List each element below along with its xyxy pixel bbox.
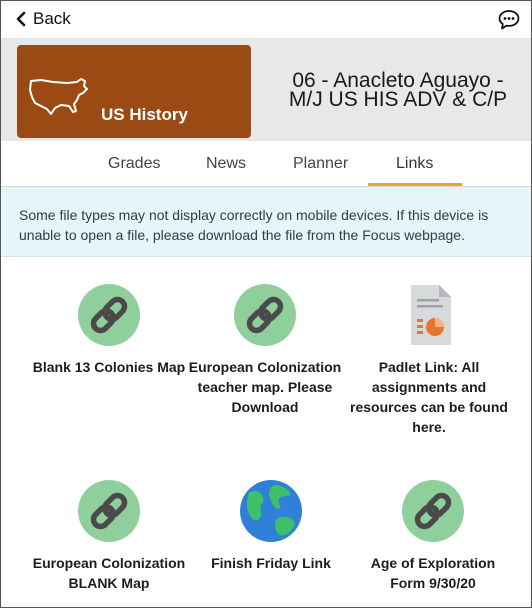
course-name: 06 - Anacleto Aguayo - M/J US HIS ADV & … xyxy=(288,69,508,111)
link-icon xyxy=(402,480,464,542)
link-title: Blank 13 Colonies Map xyxy=(32,359,186,375)
tab-links[interactable]: Links xyxy=(396,155,433,173)
course-tile: US History xyxy=(17,45,251,138)
link-title: European Colonization teacher map. Pleas… xyxy=(188,359,342,415)
notice-text: Some file types may not display correctl… xyxy=(19,207,489,243)
link-title: Age of Exploration Form 9/30/20 xyxy=(370,555,496,591)
link-icon xyxy=(234,284,296,346)
links-grid: Blank 13 Colonies Map European Colonizat… xyxy=(1,257,531,607)
document-chart-icon xyxy=(411,285,451,345)
chevron-left-icon xyxy=(16,11,26,27)
link-item[interactable]: Blank 13 Colonies Map xyxy=(29,283,189,377)
course-header: US History 06 - Anacleto Aguayo - M/J US… xyxy=(1,39,531,141)
link-title: Finish Friday Link xyxy=(211,555,331,571)
globe-icon xyxy=(240,480,302,542)
tab-news[interactable]: News xyxy=(206,155,246,173)
back-label: Back xyxy=(33,9,71,28)
course-subject: US History xyxy=(101,105,188,124)
link-item[interactable]: Finish Friday Link xyxy=(191,479,351,573)
link-icon xyxy=(78,284,140,346)
tab-planner[interactable]: Planner xyxy=(293,155,348,173)
mobile-file-notice: Some file types may not display correctl… xyxy=(1,187,531,257)
app-frame: Back US History 06 - Anacleto Aguayo - M… xyxy=(0,0,532,608)
link-item[interactable]: Padlet Link: All assignments and resourc… xyxy=(349,283,509,437)
us-map-icon xyxy=(29,78,88,115)
tab-grades[interactable]: Grades xyxy=(108,155,160,173)
link-title: Padlet Link: All assignments and resourc… xyxy=(350,359,508,435)
link-title: European Colonization BLANK Map xyxy=(32,555,186,591)
back-button[interactable]: Back xyxy=(15,9,71,29)
link-item[interactable]: European Colonization teacher map. Pleas… xyxy=(185,283,345,417)
link-item[interactable]: Age of Exploration Form 9/30/20 xyxy=(353,479,513,593)
link-item[interactable]: European Colonization BLANK Map xyxy=(29,479,189,593)
top-bar: Back xyxy=(1,1,531,39)
chat-bubble-icon[interactable] xyxy=(497,8,521,32)
tab-bar: Grades News Planner Links xyxy=(1,141,531,187)
link-icon xyxy=(78,480,140,542)
active-tab-indicator xyxy=(368,183,462,186)
